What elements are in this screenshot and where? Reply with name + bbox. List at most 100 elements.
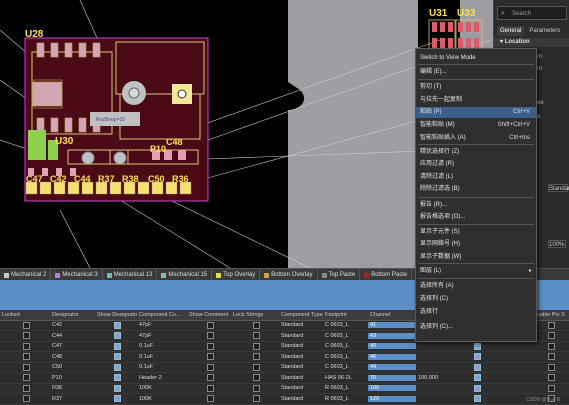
checkbox[interactable] [252,363,260,371]
checkbox[interactable] [252,374,260,382]
flag-cell [446,384,506,392]
designator-u30: U30 [55,136,74,147]
column-header[interactable]: Component Type [279,312,323,318]
checkbox[interactable] [113,353,121,361]
component-type-cell: Standard [281,322,304,329]
channel-cell: 40 [368,343,416,350]
locked-cell [0,353,50,361]
menu-item[interactable]: 选择行 [416,307,536,318]
menu-item[interactable]: 显示子数据 (W) [416,252,536,263]
checkbox[interactable] [473,384,481,392]
menu-item[interactable]: 选择列 (C) [416,294,536,305]
column-header[interactable]: Component Co... [137,312,187,318]
column-header[interactable]: Lock Strings [231,312,279,318]
show-comment-cell [187,353,231,361]
table-row[interactable]: R37 100K Standard R 0603_L 120 [0,394,569,405]
menu-item[interactable]: 图层 (L) ▸ [416,266,536,277]
table-row[interactable]: C50 0.1uF Standard C 0603_L 44 [0,363,569,373]
table-row[interactable]: C48 0.1uF Standard C 0603_L 46 [0,352,569,363]
checkbox[interactable] [473,353,481,361]
checkbox[interactable] [206,374,214,382]
checkbox[interactable] [252,353,260,361]
checkbox[interactable] [206,395,214,403]
column-header[interactable]: Locked [0,312,50,318]
table-row[interactable]: C47 0.1uF Standard C 0603_L 40 [0,342,569,352]
table-row[interactable]: P10 Header 2 Standard HAS 06-2L 70 100.000 [0,373,569,384]
menu-item[interactable]: 智能粘贴插入 (A) Ctrl+Ins [416,133,536,144]
menu-item[interactable]: 清除过滤 (L) [416,172,536,183]
layer-color-swatch [55,272,61,278]
checkbox[interactable] [206,363,214,371]
checkbox[interactable] [22,374,30,382]
menu-item[interactable]: 显示网络号 (H) [416,239,536,250]
zoom-field[interactable]: 100% [548,240,566,248]
menu-item[interactable]: 报告格选项 (O)... [416,212,536,223]
checkbox[interactable] [547,353,555,361]
menu-item[interactable]: 智能粘贴 (M) Shift+Ctrl+V [416,120,536,131]
menu-item[interactable]: 选择所有 (A) [416,281,536,292]
section-location[interactable]: ▾ Location [494,38,569,47]
menu-item[interactable]: 粘贴 (P) Ctrl+V [416,107,536,118]
menu-item[interactable]: 与拉先一起复制 [416,95,536,106]
footprint-cell: C 0603_L [325,364,349,371]
designator-c48: C48 [166,137,183,147]
checkbox[interactable] [547,342,555,350]
menu-item[interactable]: 报告 (R)... [416,200,536,211]
checkbox[interactable] [252,395,260,403]
checkbox[interactable] [113,332,121,340]
checkbox[interactable] [22,353,30,361]
show-comment-cell [187,321,231,329]
column-header[interactable]: Show Designator [95,312,137,318]
checkbox[interactable] [473,342,481,350]
menu-item[interactable]: 选择列 (C)... [416,322,536,333]
checkbox[interactable] [473,395,481,403]
checkbox[interactable] [206,384,214,392]
checkbox[interactable] [252,384,260,392]
designator-cell: C50 [52,364,63,371]
checkbox[interactable] [206,332,214,340]
checkbox[interactable] [22,332,30,340]
checkbox[interactable] [206,342,214,350]
checkbox[interactable] [113,384,121,392]
search-input[interactable]: ⌕ Search [497,6,567,20]
checkbox[interactable] [252,332,260,340]
checkbox[interactable] [22,384,30,392]
show-comment-cell [187,395,231,403]
menu-item[interactable]: 应用过滤 (R) [416,159,536,170]
checkbox[interactable] [547,321,555,329]
checkbox[interactable] [252,321,260,329]
checkbox[interactable] [547,332,555,340]
column-header[interactable]: Channel [368,312,416,318]
checkbox[interactable] [547,363,555,371]
comment-cell: 100K [139,385,152,392]
table-row[interactable]: R36 100K Standard R 0603_L 100 [0,384,569,394]
checkbox[interactable] [547,384,555,392]
checkbox[interactable] [113,395,121,403]
menu-item[interactable]: 剪切 (T) [416,82,536,93]
menu-item[interactable]: 编辑 (E)... [416,67,536,78]
checkbox[interactable] [113,321,121,329]
checkbox[interactable] [473,374,481,382]
column-header[interactable]: Show Comment [187,312,231,318]
checkbox[interactable] [473,363,481,371]
standard-field[interactable]: Standar [548,184,569,192]
checkbox[interactable] [547,374,555,382]
menu-item[interactable]: 精优选择行 (Z) [416,147,536,158]
tab-general[interactable]: General [497,26,525,36]
checkbox[interactable] [113,374,121,382]
column-header[interactable]: Footprint [323,312,368,318]
checkbox[interactable] [206,321,214,329]
tab-parameters[interactable]: Parameters [526,26,563,36]
checkbox[interactable] [206,353,214,361]
checkbox[interactable] [22,321,30,329]
checkbox[interactable] [113,363,121,371]
checkbox[interactable] [22,342,30,350]
checkbox[interactable] [22,395,30,403]
checkbox[interactable] [113,342,121,350]
checkbox[interactable] [22,363,30,371]
menu-item[interactable]: Switch to View Mode [416,53,536,64]
menu-item[interactable]: 除除过滤选 (B) [416,184,536,195]
column-header[interactable]: Designator [50,312,95,318]
menu-item[interactable]: 显示子元件 (S) [416,227,536,238]
checkbox[interactable] [252,342,260,350]
